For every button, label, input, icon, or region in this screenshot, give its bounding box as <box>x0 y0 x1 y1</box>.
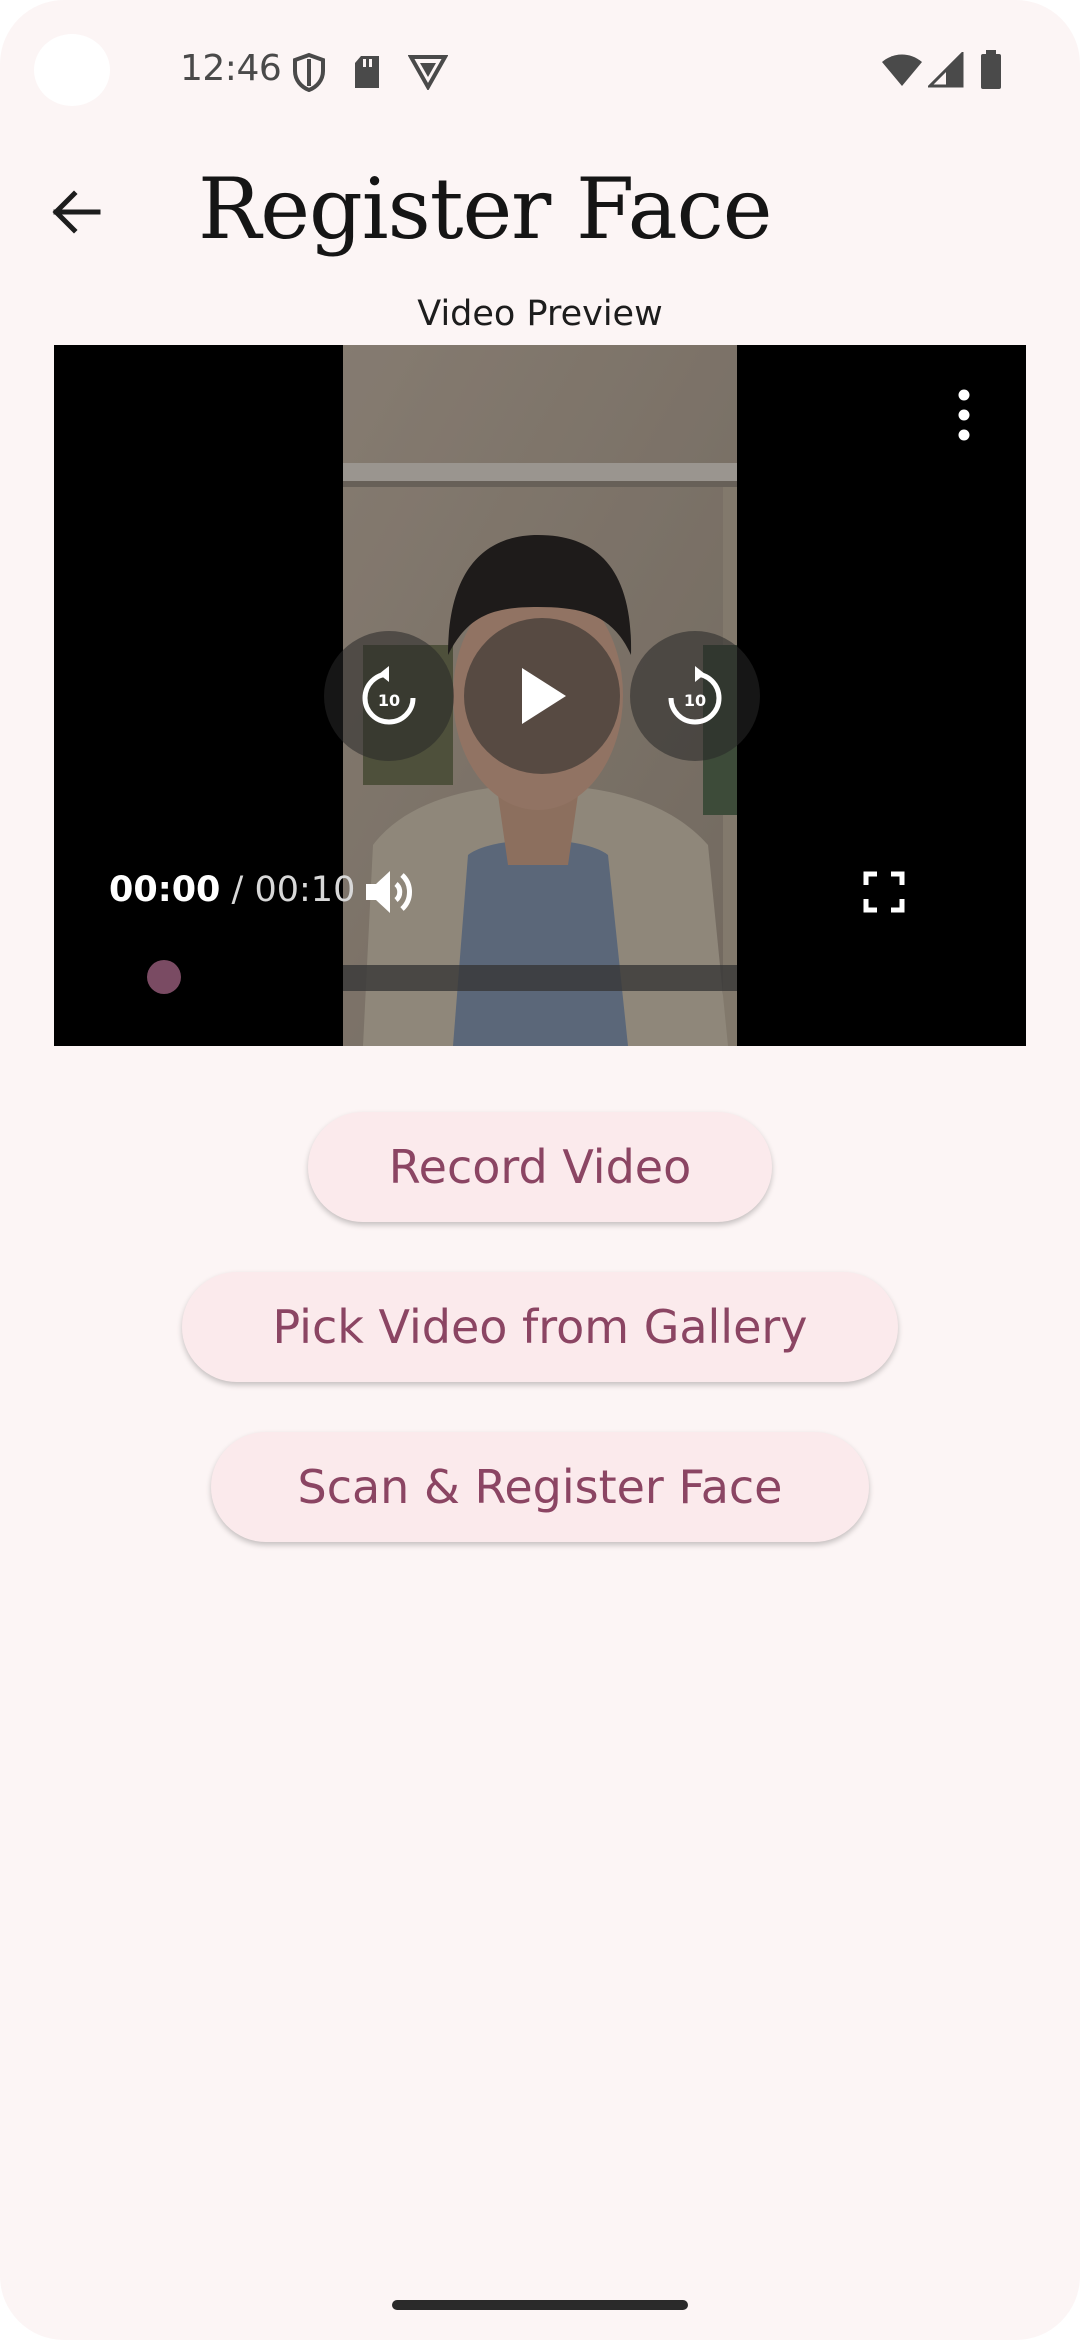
forward-10-icon: 10 <box>668 666 722 725</box>
forward-10-button[interactable]: 10 <box>630 631 760 761</box>
time-separator: / <box>220 870 255 910</box>
current-time: 00:00 <box>109 870 221 910</box>
scan-register-button[interactable]: Scan & Register Face <box>211 1432 869 1542</box>
volume-icon <box>366 871 412 913</box>
total-time: 00:10 <box>254 870 356 910</box>
home-indicator[interactable] <box>392 2300 688 2310</box>
fullscreen-button[interactable] <box>859 867 909 917</box>
camera-cutout <box>34 34 110 106</box>
video-preview-label: Video Preview <box>417 294 663 334</box>
replay-seconds-label: 10 <box>378 691 400 710</box>
status-time: 12:46 <box>180 48 282 89</box>
signal-icon <box>928 52 964 88</box>
status-bar: 12:46 <box>0 0 1080 140</box>
sd-card-icon <box>355 56 379 88</box>
arrow-left-icon <box>52 190 101 234</box>
volume-button[interactable] <box>362 863 420 921</box>
shield-icon <box>293 52 325 92</box>
pick-video-button[interactable]: Pick Video from Gallery <box>182 1272 898 1382</box>
replay-10-button[interactable]: 10 <box>324 631 454 761</box>
progress-track[interactable] <box>343 965 737 991</box>
screen: 12:46 Register Face Video Preview 10 10 … <box>0 0 1080 2340</box>
video-player[interactable]: 10 10 00:00 / 00:10 <box>54 345 1026 1046</box>
page-title: Register Face <box>198 160 772 258</box>
vpn-shield-icon <box>408 55 448 90</box>
replay-10-icon: 10 <box>362 666 416 725</box>
progress-thumb[interactable] <box>147 960 181 994</box>
wifi-icon <box>882 54 922 86</box>
fullscreen-icon <box>863 871 905 913</box>
play-button[interactable] <box>464 618 620 774</box>
play-icon <box>522 668 566 724</box>
back-button[interactable] <box>40 176 112 248</box>
time-readout: 00:00 / 00:10 <box>109 870 355 910</box>
forward-seconds-label: 10 <box>684 691 706 710</box>
record-video-button[interactable]: Record Video <box>308 1112 772 1222</box>
battery-icon <box>981 50 1001 89</box>
more-options-icon[interactable] <box>952 387 976 443</box>
